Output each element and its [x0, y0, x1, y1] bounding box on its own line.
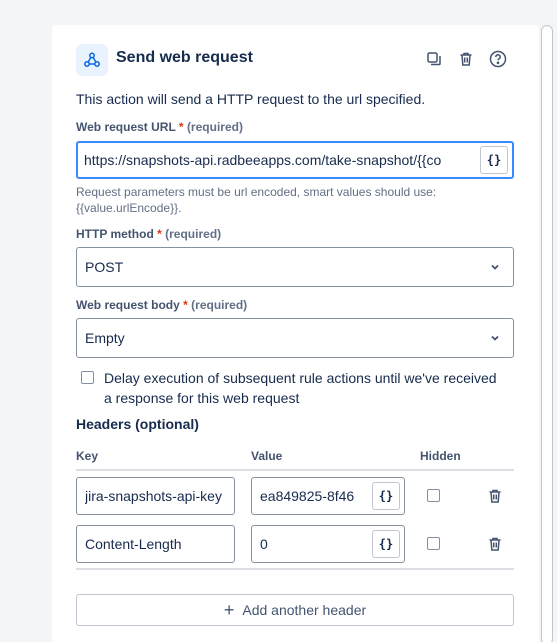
add-header-button[interactable]: + Add another header [76, 594, 514, 626]
chevron-down-icon [491, 335, 499, 341]
trash-icon[interactable] [487, 536, 503, 552]
header-key-input[interactable]: jira-snapshots-api-key [76, 477, 235, 515]
header-smart-value-button[interactable]: {} [372, 482, 400, 510]
url-label: Web request URL * (required) [76, 120, 243, 134]
trash-icon [460, 52, 472, 66]
method-label: HTTP method * (required) [76, 227, 222, 241]
key-column-header: Key [76, 449, 99, 463]
delete-action-button[interactable] [456, 49, 476, 69]
chevron-down-icon [491, 264, 499, 270]
delay-checkbox[interactable] [81, 371, 94, 384]
header-key-input[interactable]: Content-Length [76, 525, 235, 563]
url-input[interactable]: https://snapshots-api.radbeeapps.com/tak… [76, 141, 514, 179]
header-hidden-checkbox[interactable] [427, 537, 440, 550]
method-select[interactable]: POST [76, 247, 514, 287]
help-button[interactable] [488, 49, 508, 69]
action-title: Send web request [116, 49, 253, 66]
header-hidden-checkbox[interactable] [427, 489, 440, 502]
url-help-text: Request parameters must be url encoded, … [76, 185, 437, 215]
scrollbar[interactable] [541, 25, 553, 642]
table-divider [76, 568, 514, 570]
trash-icon[interactable] [487, 488, 503, 504]
help-icon [489, 50, 507, 68]
copy-icon [427, 52, 441, 66]
duplicate-button[interactable] [424, 49, 444, 69]
webhook-icon [76, 44, 108, 76]
value-column-header: Value [251, 449, 283, 463]
hidden-column-header: Hidden [420, 449, 461, 463]
url-smart-value-button[interactable]: {} [480, 146, 508, 174]
action-description: This action will send a HTTP request to … [76, 91, 426, 107]
header-smart-value-button[interactable]: {} [372, 530, 400, 558]
add-header-label: Add another header [242, 602, 367, 618]
headers-title: Headers (optional) [76, 416, 199, 432]
body-label: Web request body * (required) [76, 298, 248, 312]
delay-checkbox-label: Delay execution of subsequent rule actio… [104, 370, 497, 406]
table-divider [76, 469, 514, 471]
plus-icon: + [223, 600, 235, 620]
body-select[interactable]: Empty [76, 318, 514, 358]
